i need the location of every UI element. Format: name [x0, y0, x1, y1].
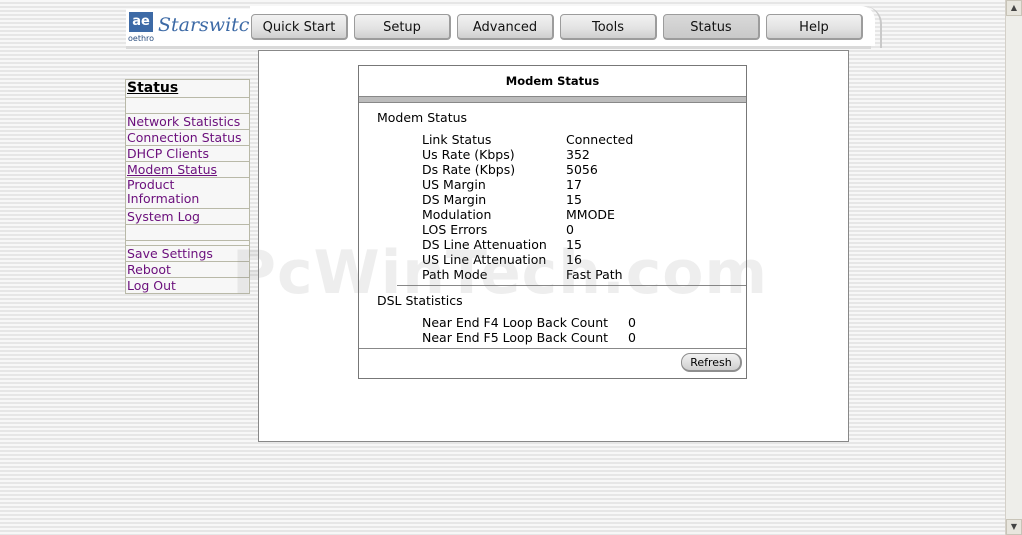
- row-label: Near End F5 Loop Back Count: [422, 330, 609, 345]
- main-content-panel: Modem Status Modem Status Link Status Con…: [258, 50, 849, 442]
- table-row: LOS Errors 0: [422, 222, 633, 237]
- table-row: Link Status Connected: [422, 132, 633, 147]
- sidebar-link-network-statistics[interactable]: Network Statistics: [126, 114, 240, 129]
- row-value: MMODE: [566, 207, 615, 222]
- sidebar-spacer: [125, 225, 250, 241]
- tab-status[interactable]: Status: [663, 14, 760, 40]
- dsl-statistics-table: Near End F4 Loop Back Count 0 Near End F5…: [422, 315, 636, 345]
- table-row: DS Line Attenuation 15: [422, 237, 633, 252]
- row-value: 0: [566, 222, 574, 237]
- row-label: Ds Rate (Kbps): [422, 162, 516, 177]
- row-label: Us Rate (Kbps): [422, 147, 515, 162]
- modem-status-table: Link Status Connected Us Rate (Kbps) 352 D…: [422, 132, 633, 282]
- sidebar-item-network-statistics: Network Statistics: [125, 114, 250, 130]
- row-label: US Line Attenuation: [422, 252, 547, 267]
- row-value: Fast Path: [566, 267, 623, 282]
- row-label: Link Status: [422, 132, 492, 147]
- refresh-button[interactable]: Refresh: [681, 353, 742, 372]
- footer-divider: [359, 348, 746, 349]
- sidebar-item-modem-status: Modem Status: [125, 162, 250, 178]
- row-label: Near End F4 Loop Back Count: [422, 315, 609, 330]
- table-row: Near End F4 Loop Back Count 0: [422, 315, 636, 330]
- sidebar-link-save-settings[interactable]: Save Settings: [126, 246, 213, 261]
- scroll-up-icon[interactable]: ▲: [1006, 0, 1022, 16]
- sidebar-link-dhcp-clients[interactable]: DHCP Clients: [126, 146, 209, 161]
- sidebar-item-connection-status: Connection Status: [125, 130, 250, 146]
- sidebar-link-log-out[interactable]: Log Out: [126, 278, 176, 293]
- row-label: LOS Errors: [422, 222, 488, 237]
- row-label: Modulation: [422, 207, 492, 222]
- table-row: US Line Attenuation 16: [422, 252, 633, 267]
- sidebar-item-save-settings: Save Settings: [125, 246, 250, 262]
- row-value: 0: [628, 330, 636, 345]
- modem-status-box: Modem Status Modem Status Link Status Con…: [358, 65, 747, 379]
- sidebar-item-reboot: Reboot: [125, 262, 250, 278]
- table-row: DS Margin 15: [422, 192, 633, 207]
- sidebar-link-product-information[interactable]: Product Information: [126, 178, 249, 206]
- modem-status-section-title: Modem Status: [377, 110, 468, 125]
- scroll-down-icon[interactable]: ▼: [1006, 519, 1022, 535]
- row-value: 17: [566, 177, 582, 192]
- sidebar-item-dhcp-clients: DHCP Clients: [125, 146, 250, 162]
- row-value: 15: [566, 192, 582, 207]
- sidebar-link-reboot[interactable]: Reboot: [126, 262, 171, 277]
- logo-company: oethro: [128, 34, 155, 43]
- row-value: 16: [566, 252, 582, 267]
- row-value: Connected: [566, 132, 634, 147]
- vertical-scrollbar[interactable]: ▲ ▼: [1005, 0, 1022, 535]
- sidebar-item-product-information: Product Information: [125, 178, 250, 209]
- sidebar-link-connection-status[interactable]: Connection Status: [126, 130, 242, 145]
- sidebar-header: Status: [125, 79, 250, 98]
- sidebar-link-modem-status[interactable]: Modem Status: [126, 162, 217, 177]
- logo-product-name: Starswitch: [158, 14, 262, 36]
- sidebar-title: Status: [127, 80, 179, 96]
- row-label: US Margin: [422, 177, 486, 192]
- tab-tools[interactable]: Tools: [560, 14, 657, 40]
- table-row: Path Mode Fast Path: [422, 267, 633, 282]
- table-row: Ds Rate (Kbps) 5056: [422, 162, 633, 177]
- row-value: 352: [566, 147, 590, 162]
- brand-logo: ae oethro Starswitch: [126, 9, 262, 47]
- row-value: 15: [566, 237, 582, 252]
- sidebar-spacer: [125, 98, 250, 114]
- sidebar-link-system-log[interactable]: System Log: [126, 209, 200, 224]
- status-box-title: Modem Status: [505, 74, 600, 88]
- sidebar: Status Network Statistics Connection Sta…: [125, 79, 250, 294]
- tab-quick-start[interactable]: Quick Start: [251, 14, 348, 40]
- tab-bar-curve: [862, 6, 882, 48]
- sidebar-item-log-out: Log Out: [125, 278, 250, 294]
- title-divider: [359, 96, 746, 103]
- section-divider: [397, 285, 746, 286]
- row-label: DS Line Attenuation: [422, 237, 547, 252]
- row-value: 0: [628, 315, 636, 330]
- row-label: DS Margin: [422, 192, 487, 207]
- table-row: Near End F5 Loop Back Count 0: [422, 330, 636, 345]
- row-label: Path Mode: [422, 267, 488, 282]
- sidebar-item-system-log: System Log: [125, 209, 250, 225]
- tab-advanced[interactable]: Advanced: [457, 14, 554, 40]
- tab-bar-divider: [126, 46, 871, 49]
- row-value: 5056: [566, 162, 598, 177]
- table-row: US Margin 17: [422, 177, 633, 192]
- table-row: Us Rate (Kbps) 352: [422, 147, 633, 162]
- tab-setup[interactable]: Setup: [354, 14, 451, 40]
- dsl-statistics-section-title: DSL Statistics: [377, 293, 463, 308]
- tab-help[interactable]: Help: [766, 14, 863, 40]
- table-row: Modulation MMODE: [422, 207, 633, 222]
- logo-mark-icon: ae: [129, 12, 153, 32]
